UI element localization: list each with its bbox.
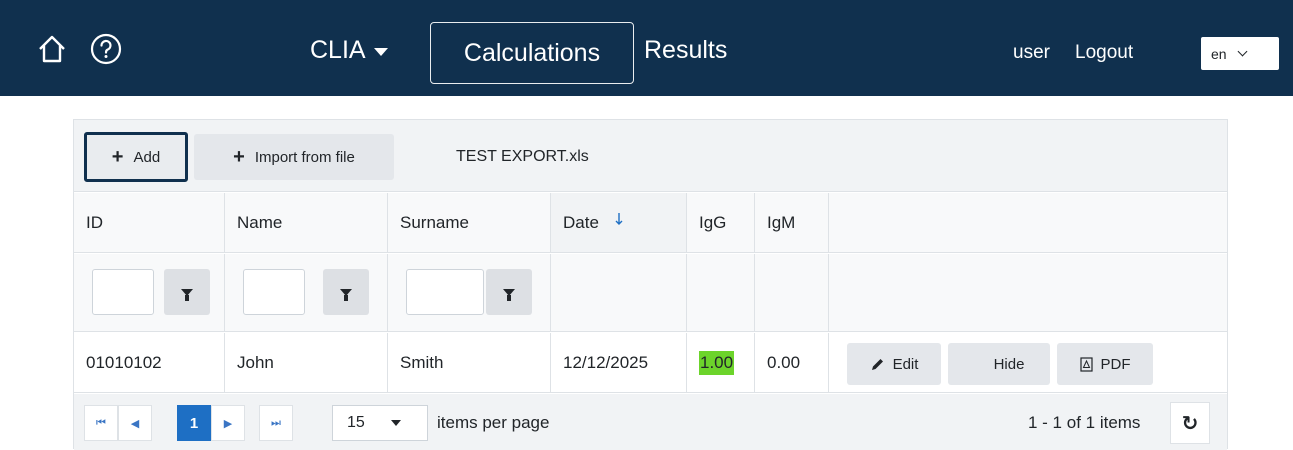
column-header-actions: [829, 193, 1227, 253]
column-header-date[interactable]: Date: [551, 193, 687, 253]
pager: ⏮︎ ◀︎ 1 ▶︎ ⏭︎ 15 items per page 1 - 1 of…: [74, 394, 1227, 450]
filter-icon: [181, 288, 193, 301]
page-button-current[interactable]: 1: [177, 405, 211, 441]
filter-cell-name: [225, 254, 388, 332]
filter-icon: [340, 288, 352, 301]
prev-page-button[interactable]: ◀︎: [118, 405, 152, 441]
sort-descending-icon: [615, 212, 623, 225]
logout-link[interactable]: Logout: [1075, 42, 1133, 64]
module-label: CLIA: [310, 36, 366, 64]
id-filter-button[interactable]: [164, 269, 210, 315]
column-header-igm[interactable]: IgM: [755, 193, 829, 253]
module-dropdown[interactable]: CLIA: [310, 36, 388, 65]
filter-cell-id: [74, 254, 225, 332]
refresh-icon: ↻: [1181, 412, 1199, 435]
pdf-button[interactable]: PDF: [1057, 343, 1153, 385]
surname-filter-input[interactable]: [406, 269, 484, 315]
header-label: IgM: [767, 212, 796, 232]
column-header-name[interactable]: Name: [225, 193, 388, 253]
header-label: Date: [563, 212, 599, 232]
name-filter-input[interactable]: [243, 269, 305, 315]
add-button[interactable]: + Add: [84, 132, 188, 182]
grid-toolbar: + Add + Import from file TEST EXPORT.xls: [74, 120, 1227, 192]
filter-cell-actions: [829, 254, 1227, 332]
language-select[interactable]: en: [1201, 37, 1279, 70]
name-filter-button[interactable]: [323, 269, 369, 315]
refresh-button[interactable]: ↻: [1170, 402, 1210, 444]
last-page-button[interactable]: ⏭︎: [259, 405, 293, 441]
column-header-surname[interactable]: Surname: [388, 193, 551, 253]
import-button[interactable]: + Import from file: [194, 134, 394, 180]
next-page-icon: ▶︎: [223, 417, 233, 430]
cell-name: John: [225, 333, 388, 393]
filter-cell-igm: [755, 254, 829, 332]
pdf-file-icon: [1079, 356, 1093, 372]
nav-results[interactable]: Results: [644, 36, 727, 65]
column-header-igg[interactable]: IgG: [687, 193, 755, 253]
next-page-button[interactable]: ▶︎: [211, 405, 245, 441]
column-header-id[interactable]: ID: [74, 193, 225, 253]
cell-igm: 0.00: [755, 333, 829, 393]
caret-down-icon: [390, 420, 401, 426]
filter-cell-date: [551, 254, 687, 332]
page-size-value: 15: [347, 414, 365, 431]
prev-page-icon: ◀︎: [130, 417, 140, 430]
items-per-page-label: items per page: [437, 413, 550, 432]
edit-button[interactable]: Edit: [847, 343, 941, 385]
header-label: IgG: [699, 212, 727, 232]
header-label: Surname: [400, 212, 469, 232]
username: user: [1013, 42, 1050, 63]
first-page-icon: ⏮︎: [96, 416, 106, 429]
last-page-icon: ⏭︎: [271, 416, 281, 429]
edit-label: Edit: [892, 355, 919, 373]
cell-actions: Edit Hide PDF: [829, 333, 1227, 393]
results-grid: + Add + Import from file TEST EXPORT.xls…: [73, 119, 1228, 450]
plus-icon: +: [111, 146, 124, 168]
cell-date: 12/12/2025: [551, 333, 687, 393]
chevron-down-icon: [1237, 46, 1248, 57]
import-label: Import from file: [254, 148, 355, 166]
caret-down-icon: [373, 47, 388, 56]
cell-surname: Smith: [388, 333, 551, 393]
igg-value: 1.00: [699, 350, 735, 375]
hide-label: Hide: [993, 355, 1025, 373]
surname-filter-button[interactable]: [486, 269, 532, 315]
hide-button[interactable]: Hide: [948, 343, 1050, 385]
filter-cell-igg: [687, 254, 755, 332]
header-label: Name: [237, 212, 283, 232]
help-icon[interactable]: [90, 33, 122, 65]
top-navbar: CLIA Calculations Results user Logout en: [0, 0, 1293, 96]
pencil-icon: [871, 358, 883, 370]
cell-igg: 1.00: [687, 333, 755, 393]
nav-calculations[interactable]: Calculations: [430, 22, 634, 84]
pager-info: 1 - 1 of 1 items: [1028, 413, 1141, 432]
filter-cell-surname: [388, 254, 551, 332]
first-page-button[interactable]: ⏮︎: [84, 405, 118, 441]
language-value: en: [1211, 45, 1227, 62]
id-filter-input[interactable]: [92, 269, 154, 315]
filter-icon: [503, 288, 515, 301]
plus-icon: +: [233, 146, 245, 168]
pdf-label: PDF: [1100, 355, 1131, 373]
imported-filename: TEST EXPORT.xls: [456, 148, 589, 165]
header-label: ID: [86, 212, 103, 232]
cell-id: 01010102: [74, 333, 225, 393]
add-label: Add: [133, 148, 161, 166]
page-size-select[interactable]: 15: [332, 405, 428, 441]
home-icon[interactable]: [36, 33, 68, 65]
